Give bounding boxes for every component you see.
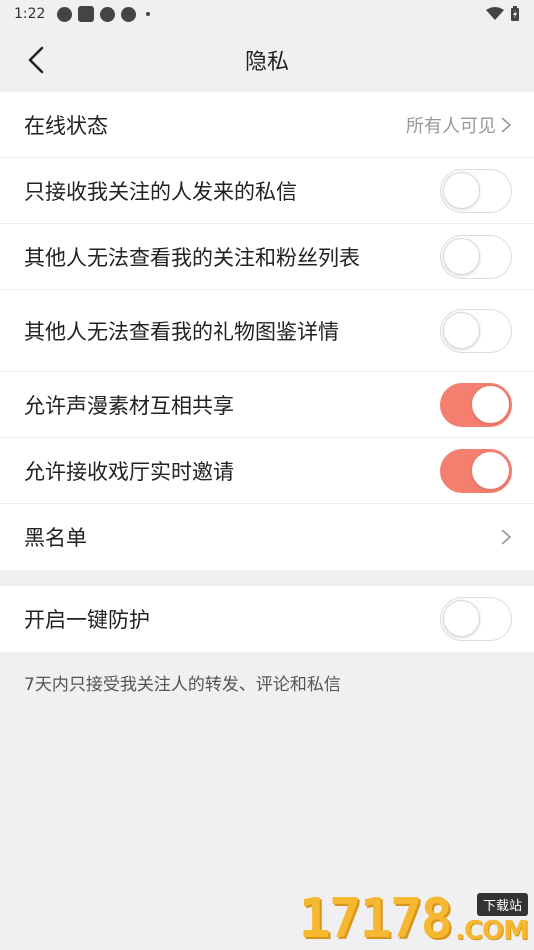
protection-toggle[interactable] (440, 597, 512, 641)
setting-row-material-sharing: 允许声漫素材互相共享 (0, 372, 534, 438)
battery-icon (511, 6, 519, 21)
material-sharing-toggle[interactable] (440, 382, 512, 427)
protection-label: 开启一键防护 (24, 608, 150, 632)
privacy-settings-group: 在线状态 所有人可见 只接收我关注的人发来的私信 其他人无法查看我的关注和粉丝列… (0, 92, 534, 570)
setting-row-theater-invites: 允许接收戏厅实时邀请 (0, 438, 534, 504)
app-notification-icon (78, 6, 95, 22)
watermark-number: 17178 (298, 887, 454, 950)
online-status-row[interactable]: 在线状态 所有人可见 (0, 92, 534, 158)
protection-group: 开启一键防护 (0, 586, 534, 652)
setting-label: 允许接收戏厅实时邀请 (24, 459, 234, 484)
chevron-left-icon (28, 46, 44, 74)
app-notification-icon (100, 6, 116, 22)
setting-label: 其他人无法查看我的礼物图鉴详情 (24, 319, 339, 344)
online-status-label: 在线状态 (24, 113, 108, 138)
watermark-logo: 17178 下载站 .COM (299, 880, 534, 950)
online-status-value: 所有人可见 (406, 115, 496, 137)
toggle-knob (443, 171, 480, 209)
blacklist-row[interactable]: 黑名单 (0, 504, 534, 570)
setting-label: 其他人无法查看我的关注和粉丝列表 (24, 245, 360, 270)
setting-label: 只接收我关注的人发来的私信 (24, 179, 297, 204)
private-messages-toggle[interactable] (440, 168, 512, 213)
more-notifications-icon (146, 12, 151, 16)
toggle-knob (443, 311, 480, 349)
toggle-knob (443, 237, 480, 275)
protection-row: 开启一键防护 (0, 586, 534, 652)
chevron-right-icon (501, 529, 512, 545)
status-time: 1:22 (14, 6, 46, 22)
setting-label: 允许声漫素材互相共享 (24, 393, 234, 418)
status-bar: 1:22 (0, 0, 534, 28)
protection-note: 7天内只接受我关注人的转发、评论和私信 (24, 675, 341, 695)
watermark-badge: 下载站 (476, 893, 528, 916)
blacklist-label: 黑名单 (24, 526, 87, 550)
chevron-right-icon (501, 116, 512, 133)
watermark-domain: .COM (455, 916, 529, 946)
page-title: 隐私 (244, 50, 289, 75)
setting-row-gift-gallery: 其他人无法查看我的礼物图鉴详情 (0, 290, 534, 372)
setting-row-follow-list: 其他人无法查看我的关注和粉丝列表 (0, 224, 534, 290)
app-notification-icon (57, 6, 73, 22)
section-divider (0, 570, 534, 586)
wifi-icon (486, 7, 504, 20)
app-notification-icon (121, 6, 137, 22)
setting-row-private-messages: 只接收我关注的人发来的私信 (0, 158, 534, 224)
notification-icons (57, 6, 151, 22)
theater-invites-toggle[interactable] (440, 448, 512, 493)
toggle-knob (472, 451, 509, 489)
follow-list-toggle[interactable] (440, 234, 512, 279)
back-button[interactable] (18, 42, 54, 78)
gift-gallery-toggle[interactable] (440, 308, 512, 353)
nav-bar: 隐私 (0, 28, 534, 92)
toggle-knob (472, 385, 509, 423)
toggle-knob (443, 600, 480, 637)
